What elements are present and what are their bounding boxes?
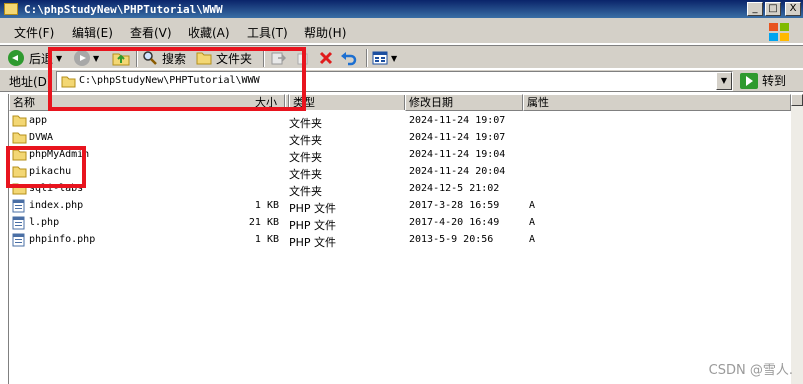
annotation-box-address (48, 47, 306, 111)
file-modified: 2024-11-24 19:07 (409, 132, 506, 143)
file-name: l.php (29, 217, 60, 228)
menu-bar: 文件(F) 编辑(E) 查看(V) 收藏(A) 工具(T) 帮助(H) (0, 18, 803, 44)
go-arrow-icon (740, 72, 758, 89)
undo-icon (341, 52, 357, 66)
windows-logo-icon (769, 23, 789, 41)
file-type: PHP 文件 (289, 236, 337, 249)
file-type: 文件夹 (289, 168, 322, 181)
php-file-icon (12, 199, 25, 216)
file-size: 1 KB (254, 200, 279, 211)
vertical-scrollbar[interactable] (791, 94, 803, 384)
go-label: 转到 (762, 74, 787, 88)
file-type: 文件夹 (289, 185, 322, 198)
file-modified: 2013-5-9 20:56 (409, 234, 494, 245)
file-row[interactable]: phpinfo.php 1 KB PHP 文件 2013-5-9 20:56 A (9, 232, 789, 249)
delete-button[interactable] (318, 48, 334, 68)
file-row[interactable]: index.php 1 KB PHP 文件 2017-3-28 16:59 A (9, 198, 789, 215)
column-header-label: 修改日期 (409, 96, 453, 109)
file-type: 文件夹 (289, 151, 322, 164)
window-controls: _ □ X (747, 2, 801, 16)
file-type: 文件夹 (289, 117, 322, 130)
watermark: CSDN @雪人. (708, 363, 793, 378)
toolbar-separator (366, 49, 368, 67)
column-header-label: 名称 (13, 96, 35, 109)
scroll-up-button[interactable] (791, 94, 803, 106)
file-name: DVWA (29, 132, 54, 143)
menu-view[interactable]: 查看(V) (130, 24, 172, 41)
file-modified: 2017-4-20 16:49 (409, 217, 500, 228)
file-modified: 2017-3-28 16:59 (409, 200, 500, 211)
file-modified: 2024-11-24 20:04 (409, 166, 506, 177)
file-attributes: A (529, 234, 536, 245)
file-row[interactable]: l.php 21 KB PHP 文件 2017-4-20 16:49 A (9, 215, 789, 232)
close-button[interactable]: X (785, 2, 801, 16)
column-header-type[interactable]: 类型 (289, 95, 405, 110)
file-attributes: A (529, 217, 536, 228)
folder-icon (4, 3, 18, 15)
file-name: index.php (29, 200, 84, 211)
title-bar: C:\phpStudyNew\PHPTutorial\WWW _ □ X (0, 0, 803, 18)
annotation-box-pikachu (6, 146, 86, 188)
file-name: phpinfo.php (29, 234, 96, 245)
undo-button[interactable] (340, 48, 358, 68)
delete-icon (319, 51, 333, 65)
file-type: PHP 文件 (289, 202, 337, 215)
file-type: 文件夹 (289, 134, 322, 147)
file-size: 21 KB (248, 217, 279, 228)
minimize-button[interactable]: _ (747, 2, 763, 16)
php-file-icon (12, 233, 25, 250)
menu-file[interactable]: 文件(F) (14, 24, 54, 41)
folder-icon (12, 131, 27, 147)
menu-help[interactable]: 帮助(H) (304, 24, 346, 41)
address-dropdown-button[interactable]: ▼ (716, 72, 732, 90)
folder-icon (12, 114, 27, 130)
views-icon (372, 51, 388, 65)
file-name: app (29, 115, 48, 126)
menu-favorites[interactable]: 收藏(A) (188, 24, 230, 41)
file-row[interactable]: app 文件夹 2024-11-24 19:07 (9, 113, 789, 130)
go-button[interactable]: 转到 (740, 72, 786, 89)
menu-edit[interactable]: 编辑(E) (72, 24, 113, 41)
address-label: 地址(D) (9, 75, 52, 89)
file-type: PHP 文件 (289, 219, 337, 232)
column-header-label: 属性 (527, 96, 549, 109)
views-button[interactable]: ▼ (372, 48, 397, 68)
php-file-icon (12, 216, 25, 233)
file-row[interactable]: sqli-labs 文件夹 2024-12-5 21:02 (9, 181, 789, 198)
menu-tools[interactable]: 工具(T) (247, 24, 288, 41)
window-title: C:\phpStudyNew\PHPTutorial\WWW (24, 2, 223, 16)
file-modified: 2024-11-24 19:04 (409, 149, 506, 160)
chevron-down-icon: ▼ (391, 53, 398, 63)
file-modified: 2024-12-5 21:02 (409, 183, 500, 194)
column-header-attributes[interactable]: 属性 (523, 94, 791, 111)
back-arrow-icon (8, 50, 24, 66)
file-size: 1 KB (254, 234, 279, 245)
column-header-modified[interactable]: 修改日期 (405, 94, 523, 111)
file-row[interactable]: pikachu 文件夹 2024-11-24 20:04 (9, 164, 789, 181)
file-row[interactable]: phpMyAdmin 文件夹 2024-11-24 19:04 (9, 147, 789, 164)
file-modified: 2024-11-24 19:07 (409, 115, 506, 126)
file-row[interactable]: DVWA 文件夹 2024-11-24 19:07 (9, 130, 789, 147)
file-attributes: A (529, 200, 536, 211)
file-list: 名称 大小 类型 修改日期 属性 app 文件夹 2024-11-24 19:07 D… (8, 94, 791, 384)
maximize-button[interactable]: □ (765, 2, 781, 16)
